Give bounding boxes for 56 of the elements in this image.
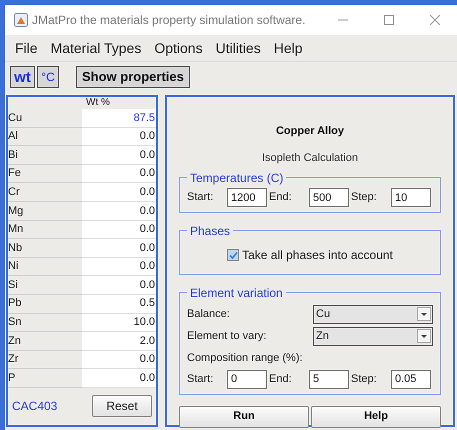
unit-button[interactable]: wt <box>10 66 35 88</box>
input-field[interactable]: 10 <box>391 188 431 207</box>
value-cell[interactable]: 2.0 <box>82 332 156 351</box>
field-label: Step: <box>351 190 378 206</box>
dropdown-select[interactable]: Cu <box>313 304 433 324</box>
dropdown-select[interactable]: Zn <box>313 326 433 346</box>
input-field[interactable]: 1200 <box>227 188 267 207</box>
menu-item[interactable]: Material Types <box>50 38 142 58</box>
field-label: Step: <box>351 372 378 387</box>
value-cell[interactable]: 0.0 <box>82 220 156 240</box>
field-label: Start: <box>187 190 214 206</box>
select-label: Balance: <box>187 306 231 322</box>
checkbox-label: Take all phases into account <box>242 247 393 264</box>
menu-item[interactable]: Utilities <box>216 38 261 58</box>
caret-icon <box>417 329 431 343</box>
input-field[interactable]: 0 <box>227 370 267 388</box>
menu-item[interactable]: Options <box>154 38 203 58</box>
checkmark-icon <box>228 250 238 260</box>
input-field[interactable]: 500 <box>309 188 349 207</box>
value-cell[interactable]: 10.0 <box>82 314 156 332</box>
value-cell[interactable]: 0.5 <box>82 294 156 314</box>
field-label: Start: <box>187 372 214 387</box>
alloy-name: CAC403 <box>12 398 58 416</box>
maximize-icon[interactable] <box>384 15 394 25</box>
value-cell[interactable]: 0.0 <box>82 258 156 276</box>
input-field[interactable]: 5 <box>309 370 349 388</box>
column-header: Wt % <box>85 97 111 109</box>
value-cell[interactable]: 0.0 <box>82 202 156 221</box>
range-label: Composition range (%): <box>187 351 304 366</box>
menu-item[interactable]: File <box>15 38 38 58</box>
action-button[interactable]: Help <box>311 406 441 428</box>
value-cell[interactable]: 0.0 <box>82 128 156 146</box>
value-cell[interactable]: 0.0 <box>82 350 156 370</box>
value-cell[interactable]: 0.0 <box>82 146 156 165</box>
value-cell[interactable]: 87.5 <box>82 109 156 128</box>
menu-item[interactable]: Help <box>274 38 303 58</box>
alloy-title: Copper Alloy <box>274 124 346 139</box>
window-title: JMatPro the materials property simulation software. <box>32 12 306 29</box>
value-cell[interactable]: 0.0 <box>82 276 156 295</box>
action-button[interactable]: Run <box>179 406 309 428</box>
select-label: Element to vary: <box>187 328 268 344</box>
reset-button[interactable]: Reset <box>92 395 152 418</box>
value-cell[interactable]: 0.0 <box>82 183 156 202</box>
checkbox[interactable] <box>227 249 240 261</box>
value-cell[interactable]: 0.0 <box>82 369 156 388</box>
unit-button[interactable]: °C <box>37 66 59 88</box>
field-label: End: <box>269 372 293 387</box>
calculation-subtitle: Isopleth Calculation <box>260 150 359 166</box>
close-icon[interactable] <box>430 15 440 25</box>
value-cell[interactable]: 0.0 <box>82 164 156 184</box>
input-field[interactable]: 0.05 <box>391 370 431 388</box>
value-cell[interactable]: 0.0 <box>82 239 156 258</box>
field-label: End: <box>269 190 293 206</box>
app-icon <box>14 13 28 27</box>
caret-icon <box>417 307 431 321</box>
show-properties-button[interactable]: Show properties <box>76 66 190 88</box>
